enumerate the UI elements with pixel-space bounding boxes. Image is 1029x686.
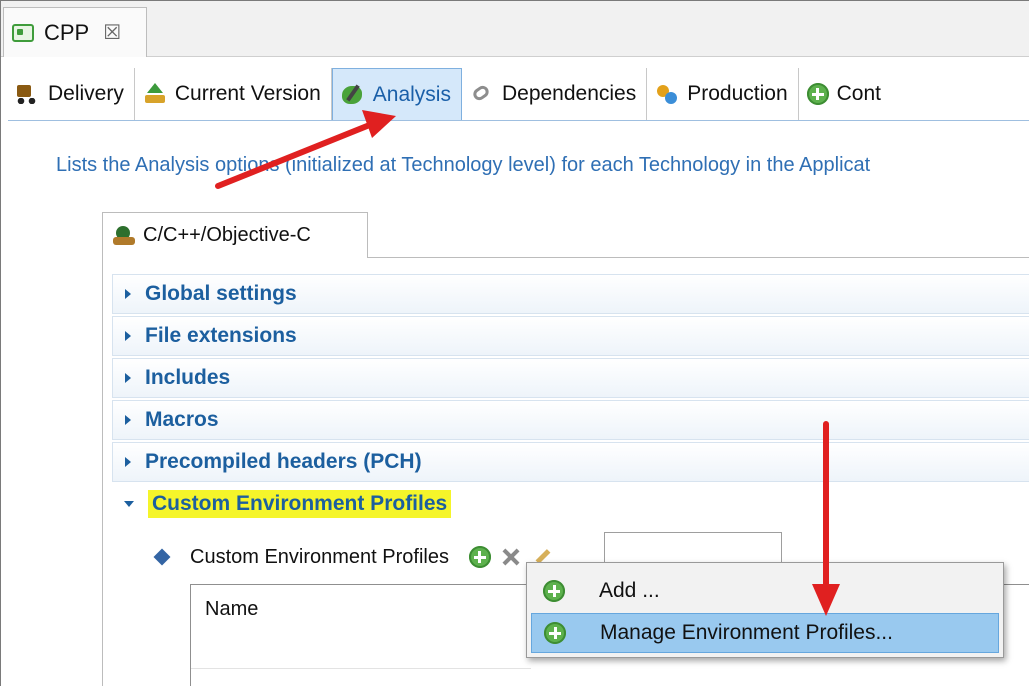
- tab-analysis[interactable]: Analysis: [331, 68, 462, 120]
- expand-arrow-icon: [125, 457, 131, 467]
- section-includes[interactable]: Includes: [112, 358, 1029, 398]
- editor-tab-cpp[interactable]: CPP ☒: [3, 7, 147, 57]
- field-marker-icon: [153, 548, 171, 566]
- tab-dependencies[interactable]: Dependencies: [462, 68, 648, 120]
- editor-tab-strip: CPP ☒: [1, 1, 1029, 57]
- section-custom-environment-profiles[interactable]: Custom Environment Profiles: [112, 484, 1029, 524]
- menu-item-manage-environment-profiles[interactable]: Manage Environment Profiles...: [531, 613, 999, 653]
- technology-icon: [113, 225, 137, 247]
- table-row-divider: [191, 668, 531, 669]
- section-label: Includes: [145, 366, 231, 389]
- tab-current-version[interactable]: Current Version: [135, 68, 332, 120]
- expand-arrow-icon: [125, 331, 131, 341]
- section-label: File extensions: [145, 324, 297, 347]
- expand-arrow-icon: [125, 289, 131, 299]
- tab-label: Production: [687, 82, 788, 105]
- tab-label: Dependencies: [501, 82, 637, 105]
- table-header-name[interactable]: Name: [205, 598, 258, 621]
- context-menu: Add ... Manage Environment Profiles...: [526, 562, 1004, 658]
- section-precompiled-headers[interactable]: Precompiled headers (PCH): [112, 442, 1029, 482]
- production-gears-icon: [655, 83, 679, 105]
- editor-file-icon: [12, 23, 34, 42]
- technology-tab-label: C/C++/Objective-C: [143, 224, 311, 246]
- section-label: Custom Environment Profiles: [148, 490, 452, 518]
- menu-item-add[interactable]: Add ...: [531, 571, 999, 611]
- delivery-truck-icon: [16, 83, 40, 105]
- tab-divider: [8, 120, 1029, 121]
- section-label: Macros: [145, 408, 219, 431]
- page-description: Lists the Analysis options (initialized …: [56, 154, 871, 176]
- collapse-arrow-icon: [124, 501, 134, 507]
- analysis-icon: [341, 84, 365, 106]
- section-label: Global settings: [145, 282, 297, 305]
- upload-arrow-icon: [143, 83, 167, 105]
- custom-profiles-row: Custom Environment Profiles: [153, 540, 555, 574]
- add-circle-icon: [543, 580, 565, 602]
- menu-item-label: Add ...: [599, 579, 660, 602]
- tab-label: Current Version: [174, 82, 321, 105]
- add-circle-icon: [806, 83, 829, 105]
- page-tab-bar: Delivery Current Version Analysis Depend…: [8, 68, 891, 120]
- menu-item-label: Manage Environment Profiles...: [600, 621, 893, 644]
- tab-label: Cont: [836, 82, 881, 105]
- add-profile-icon[interactable]: [468, 546, 491, 568]
- expand-arrow-icon: [125, 415, 131, 425]
- dependencies-link-icon: [470, 83, 494, 105]
- section-label: Precompiled headers (PCH): [145, 450, 422, 473]
- add-circle-icon: [544, 622, 566, 644]
- tab-technology[interactable]: C/C++/Objective-C: [102, 212, 368, 258]
- tab-delivery[interactable]: Delivery: [8, 68, 135, 120]
- editor-tab-title: CPP: [44, 19, 90, 45]
- section-macros[interactable]: Macros: [112, 400, 1029, 440]
- custom-profiles-label: Custom Environment Profiles: [190, 545, 449, 568]
- section-file-extensions[interactable]: File extensions: [112, 316, 1029, 356]
- expand-arrow-icon: [125, 373, 131, 383]
- close-icon[interactable]: ☒: [103, 20, 121, 45]
- tab-label: Analysis: [372, 82, 451, 106]
- tab-cont[interactable]: Cont: [799, 68, 891, 120]
- delete-icon[interactable]: [501, 547, 521, 567]
- tab-production[interactable]: Production: [647, 68, 799, 120]
- section-global-settings[interactable]: Global settings: [112, 274, 1029, 314]
- tab-label: Delivery: [48, 82, 124, 105]
